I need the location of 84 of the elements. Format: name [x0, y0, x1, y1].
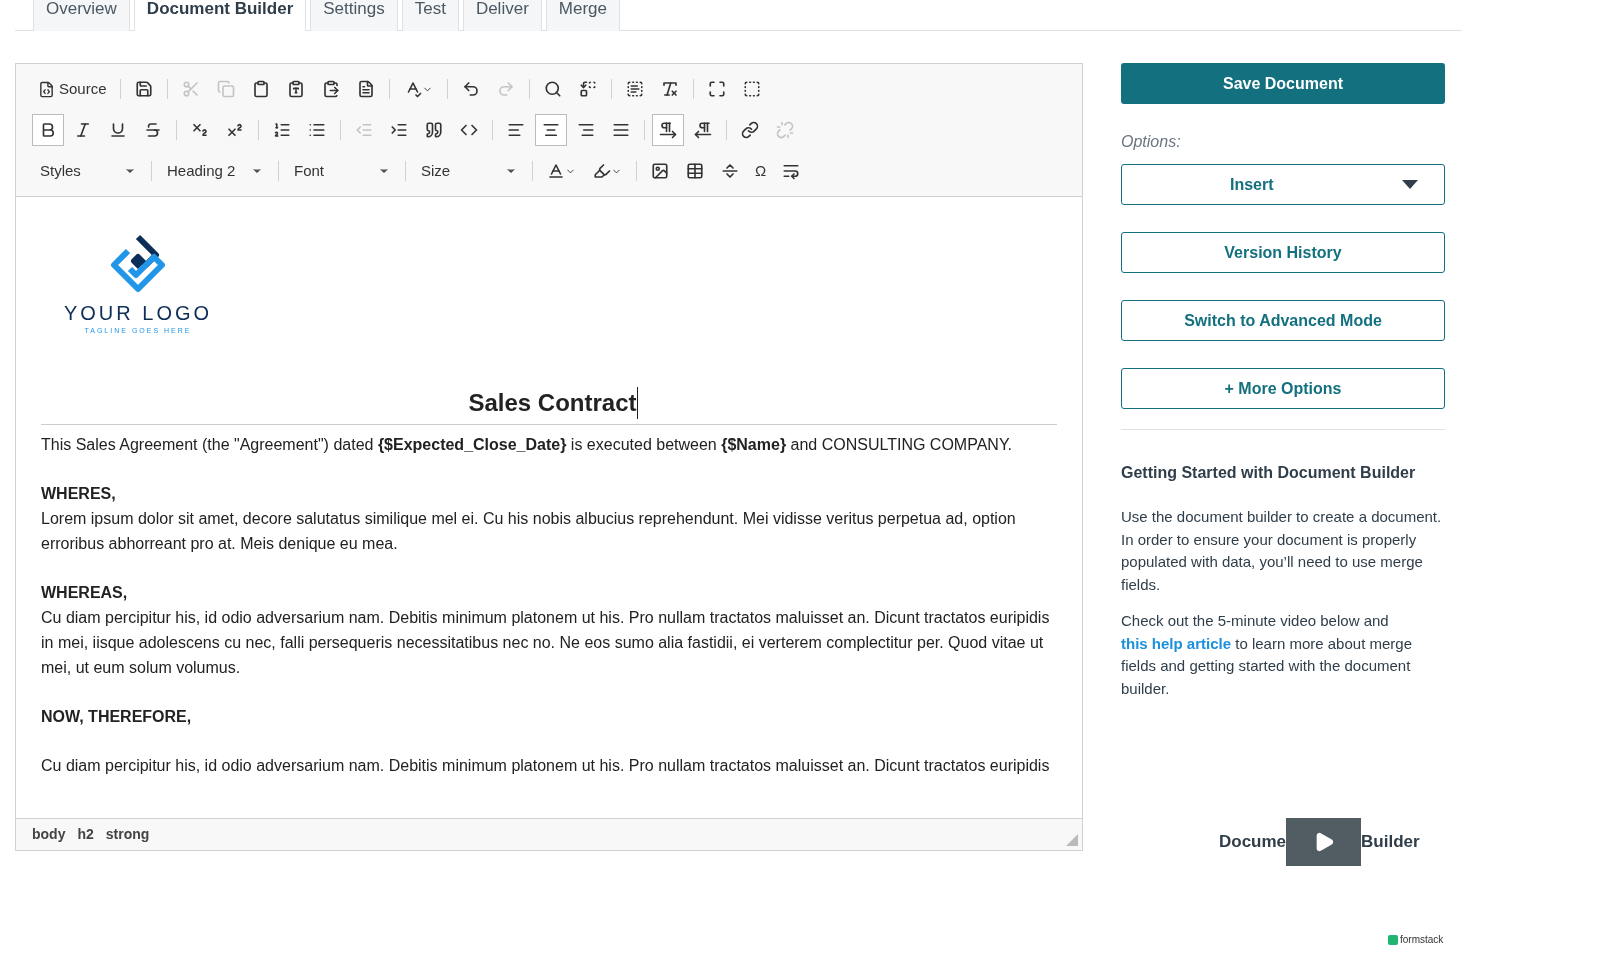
toolbar-button[interactable]: [32, 114, 64, 146]
element-path[interactable]: body: [32, 824, 66, 845]
horizontal-line-icon: [721, 162, 739, 180]
resize-handle-icon[interactable]: [1066, 834, 1078, 846]
section-label: WHEREAS,: [41, 583, 129, 603]
video-title: Docume: [1219, 831, 1287, 854]
align-left-icon: [507, 121, 525, 139]
section-label: WHERES,: [41, 484, 117, 504]
paragraph: Lorem ipsum dolor sit amet, decore salutatus similique mel ei. Cu his nobis albucius reprehendunt. Mei vidisse veritus perpetua ad, option erroribus abhorreant pro at. Meis denique eu mea.: [41, 509, 1017, 554]
format-dropdown[interactable]: Size: [413, 157, 525, 185]
underline-icon: [109, 121, 127, 139]
format-dropdown[interactable]: Heading 2: [159, 157, 271, 185]
paste-word-icon: [321, 80, 340, 98]
help-text: Use the document builder to create a document. In order to ensure your document is properly populated with data, you’ll need to use merge fields.: [1121, 507, 1443, 595]
source-icon: [38, 80, 55, 98]
text-color-icon: [547, 162, 565, 180]
page-break-icon: [782, 162, 801, 180]
option-button[interactable]: Version History: [1121, 232, 1445, 273]
unlink-icon: [776, 121, 794, 139]
outdent-icon: [355, 121, 373, 139]
toolbar-button[interactable]: [652, 114, 684, 146]
help-title: Getting Started with Document Builder: [1121, 463, 1417, 483]
indent-icon: [390, 121, 408, 139]
tab[interactable]: Test: [401, 0, 459, 31]
toolbar-button[interactable]: Ω: [749, 155, 773, 187]
template-icon: [356, 80, 375, 98]
options-label: Options:: [1121, 132, 1182, 152]
paragraph: Cu diam percipitur his, id odio adversarium nam. Debitis minimum platonem ut his. Pro nullam tractatos maluisset an. Dicunt tractatos euripidis: [41, 756, 1051, 776]
help-article-link[interactable]: this help article: [1121, 634, 1232, 652]
italic-icon: [74, 121, 92, 139]
table-icon: [686, 162, 704, 180]
toolbar-button[interactable]: Source: [32, 73, 113, 105]
tab[interactable]: Settings: [310, 0, 398, 31]
option-button[interactable]: + More Options: [1121, 368, 1445, 409]
paragraph: This Sales Agreement (the "Agreement") dated {$Expected_Close_Date} is executed between {$Name} and CONSULTING COMPANY.: [41, 435, 1013, 455]
justify-icon: [612, 121, 630, 139]
maximize-icon: [707, 80, 726, 98]
strikethrough-icon: [144, 121, 162, 139]
help-text: Check out the 5-minute video below and this help article to learn more about merge fields and getting started with the document builder.: [1121, 611, 1413, 699]
align-right-icon: [577, 121, 595, 139]
paste-text-icon: [286, 80, 305, 98]
tab[interactable]: Document Builder: [133, 0, 307, 31]
copy-icon: [216, 80, 235, 98]
quote-icon: [425, 121, 443, 139]
ltr-icon: [659, 121, 677, 139]
paste-icon: [251, 80, 270, 98]
video-title: Builder: [1361, 831, 1420, 854]
cut-icon: [181, 80, 200, 98]
numbered-list-icon: [273, 121, 291, 139]
bullet-list-icon: [308, 121, 326, 139]
clear-format-icon: [660, 80, 679, 98]
replace-icon: [578, 80, 597, 98]
tab[interactable]: Overview: [33, 0, 130, 31]
format-dropdown[interactable]: Font: [286, 157, 398, 185]
option-button[interactable]: Switch to Advanced Mode: [1121, 300, 1445, 341]
save-icon: [134, 80, 153, 98]
document-heading: Sales Contract: [460, 387, 638, 419]
caret-icon: [1402, 180, 1418, 189]
play-button[interactable]: [1286, 818, 1362, 866]
align-center-icon: [542, 121, 560, 139]
element-path[interactable]: strong: [105, 824, 150, 845]
brand-logo-icon: [1388, 934, 1398, 945]
link-icon: [741, 121, 759, 139]
element-path[interactable]: h2: [77, 824, 94, 845]
rtl-icon: [694, 121, 712, 139]
image-icon: [651, 162, 669, 180]
tab[interactable]: Deliver: [462, 0, 542, 31]
format-dropdown[interactable]: Styles: [32, 157, 144, 185]
insert-dropdown[interactable]: Insert: [1121, 164, 1445, 205]
save-document-button[interactable]: Save Document: [1121, 63, 1445, 104]
subscript-icon: [191, 121, 209, 139]
redo-icon: [496, 80, 515, 98]
paragraph: Cu diam percipitur his, id odio adversarium nam. Debitis minimum platonem ut his. Pro nullam tractatos maluisset an. Dicunt tractatos euripidis in mei, iisque adolescens cu nec, falli persequeris necessitatibus nec no. Ne eos sumo alia fastidii, ei verterem complectitur per. Quod vitae ut mei, ut eum solum volumus.: [41, 608, 1051, 678]
highlight-icon: [593, 162, 611, 180]
select-all-icon: [625, 80, 644, 98]
toolbar-button[interactable]: [535, 114, 567, 146]
logo-text: YOUR LOGO: [63, 301, 213, 325]
tab[interactable]: Merge: [545, 0, 620, 31]
brand-name: formstack: [1400, 933, 1444, 947]
search-icon: [543, 80, 562, 98]
undo-icon: [461, 80, 480, 98]
section-label: NOW, THEREFORE,: [41, 707, 193, 727]
superscript-icon: [226, 121, 244, 139]
show-blocks-icon: [742, 80, 761, 98]
